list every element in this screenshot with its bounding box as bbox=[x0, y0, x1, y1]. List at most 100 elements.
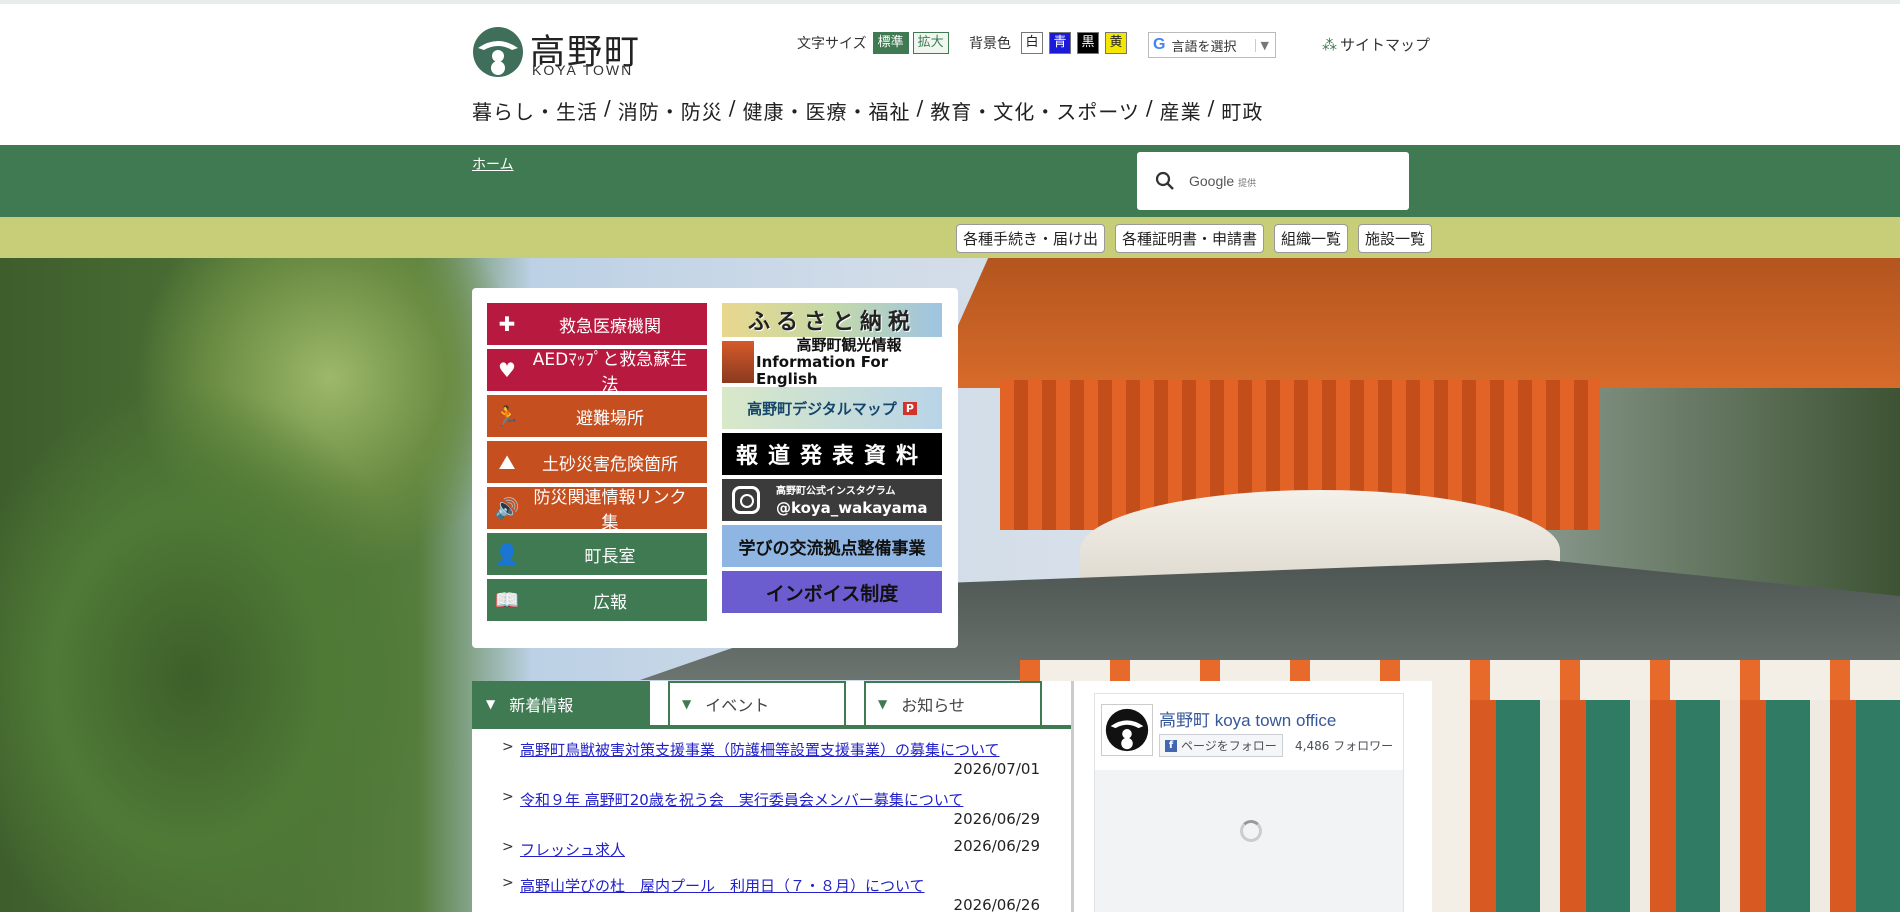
news-section: ▼ 新着情報 ▼ イベント ▼ お知らせ 高野町鳥獣被害対策支援事業（防護柵等設置支援… bbox=[472, 681, 1072, 912]
town-emblem-icon bbox=[473, 27, 523, 77]
evacuation-site-label: 避難場所 bbox=[576, 408, 644, 429]
news-item-link[interactable]: 高野町鳥獣被害対策支援事業（防護柵等設置支援事業）の募集について bbox=[520, 739, 1072, 760]
furusato-tax-banner[interactable]: ふるさと納税 bbox=[722, 303, 942, 337]
disaster-links-label: 防災関連情報リンク集 bbox=[533, 488, 687, 533]
news-item: 令和９年 高野町20歳を祝う会 実行委員会メンバー募集について 2026/06/… bbox=[472, 779, 1072, 829]
mayor-office-label: 町長室 bbox=[584, 546, 636, 567]
news-tabs: ▼ 新着情報 ▼ イベント ▼ お知らせ bbox=[472, 681, 1072, 729]
nav-item-town-admin[interactable]: 町政 bbox=[1221, 96, 1263, 125]
quick-access-panel: ✚ 救急医療機関 ♥ AEDﾏｯﾌﾟと救急蘇生法 🏃 避難場所 ⛰ 土砂災害危険… bbox=[472, 288, 958, 648]
google-g-icon: G bbox=[1153, 36, 1166, 53]
instagram-banner[interactable]: 高野町公式インスタグラム @koya_wakayama bbox=[722, 479, 942, 521]
bg-color-label: 背景色 bbox=[969, 36, 1011, 52]
news-item: フレッシュ求人 2026/06/29 bbox=[472, 829, 1072, 865]
text-size-standard-button[interactable]: 標準 bbox=[872, 32, 909, 54]
nav-item-fire-disaster[interactable]: 消防・防災 bbox=[618, 96, 723, 125]
news-item: 高野町鳥獣被害対策支援事業（防護柵等設置支援事業）の募集について 2026/07… bbox=[472, 729, 1072, 779]
tab-new-info-label: 新着情報 bbox=[509, 696, 574, 715]
logo-text-en: KOYA TOWN bbox=[532, 62, 634, 78]
digital-map-banner[interactable]: 高野町デジタルマップ P bbox=[722, 387, 942, 429]
news-list: 高野町鳥獣被害対策支援事業（防護柵等設置支援事業）の募集について 2026/07… bbox=[472, 729, 1072, 912]
bg-blue-button[interactable]: 青 bbox=[1049, 32, 1071, 54]
quick-links: 各種手続き・届け出 各種証明書・申請書 組織一覧 施設一覧 bbox=[946, 224, 1432, 253]
landslide-hazard-label: 土砂災害危険箇所 bbox=[542, 454, 678, 475]
evacuation-icon: 🏃 bbox=[494, 404, 520, 428]
search-input[interactable]: Google 提供 bbox=[1137, 152, 1409, 210]
speaker-icon: 🔊 bbox=[494, 496, 520, 520]
text-size-control: 文字サイズ 標準 拡大 bbox=[797, 32, 953, 54]
facebook-page-name[interactable]: 高野町 koya town office bbox=[1159, 706, 1336, 731]
text-size-label: 文字サイズ bbox=[797, 36, 867, 52]
disaster-links-button[interactable]: 🔊 防災関連情報リンク集 bbox=[487, 487, 707, 533]
landslide-hazard-button[interactable]: ⛰ 土砂災害危険箇所 bbox=[487, 441, 707, 483]
public-relations-button[interactable]: 📖 広報 bbox=[487, 579, 707, 621]
nav-separator: / bbox=[1207, 96, 1216, 120]
tourism-banner-jp: 高野町観光情報 bbox=[796, 335, 902, 354]
sitemap-label: サイトマップ bbox=[1340, 36, 1431, 54]
facebook-avatar[interactable] bbox=[1101, 704, 1153, 756]
bg-yellow-button[interactable]: 黄 bbox=[1105, 32, 1127, 54]
sitemap-link[interactable]: ⁂ サイトマップ bbox=[1322, 34, 1430, 55]
nav-separator: / bbox=[728, 96, 737, 120]
instagram-label: 高野町公式インスタグラム bbox=[776, 486, 896, 497]
landslide-icon: ⛰ bbox=[498, 450, 516, 474]
facebook-feed bbox=[1095, 770, 1403, 912]
facebook-follow-label: ページをフォロー bbox=[1181, 739, 1277, 753]
breadcrumb-bar bbox=[0, 145, 1900, 217]
town-emblem-icon bbox=[1105, 708, 1149, 752]
quick-link-certificates[interactable]: 各種証明書・申請書 bbox=[1114, 224, 1264, 253]
public-relations-label: 広報 bbox=[593, 592, 627, 613]
book-icon: 📖 bbox=[494, 588, 520, 612]
tourism-banner-en: Information For English bbox=[756, 352, 889, 388]
heart-icon: ♥ bbox=[498, 358, 516, 382]
search-provided-label: 提供 bbox=[1238, 178, 1257, 188]
quick-link-procedures[interactable]: 各種手続き・届け出 bbox=[955, 224, 1105, 253]
aed-map-button[interactable]: ♥ AEDﾏｯﾌﾟと救急蘇生法 bbox=[487, 349, 707, 395]
hero-pagoda-roof bbox=[930, 258, 1900, 388]
facebook-follow-button[interactable]: f ページをフォロー bbox=[1159, 734, 1283, 757]
nav-item-education[interactable]: 教育・文化・スポーツ bbox=[930, 96, 1140, 125]
tab-events[interactable]: ▼ イベント bbox=[668, 681, 846, 725]
bg-white-button[interactable]: 白 bbox=[1021, 32, 1043, 54]
language-select-label: 言語を選択 bbox=[1171, 39, 1237, 55]
loading-spinner-icon bbox=[1240, 820, 1262, 842]
tab-notices[interactable]: ▼ お知らせ bbox=[864, 681, 1042, 725]
tab-events-label: イベント bbox=[705, 696, 770, 715]
facebook-card: 高野町 koya town office f ページをフォロー 4,486 フォロ… bbox=[1094, 693, 1404, 912]
bg-black-button[interactable]: 黒 bbox=[1077, 32, 1099, 54]
learning-hub-banner[interactable]: 学びの交流拠点整備事業 bbox=[722, 525, 942, 567]
tourism-info-banner[interactable]: 高野町観光情報 Information For English bbox=[722, 336, 942, 387]
site-logo[interactable]: 高野町 KOYA TOWN bbox=[472, 26, 652, 82]
breadcrumb-home[interactable]: ホーム bbox=[472, 154, 514, 174]
hero-pagoda-pillars bbox=[1470, 700, 1900, 912]
nav-separator: / bbox=[604, 96, 612, 120]
news-item: 高野山学びの杜 屋内プール 利用日（７・８月）について 2026/06/26 bbox=[472, 865, 1072, 912]
press-release-banner[interactable]: 報道発表資料 bbox=[722, 433, 942, 475]
sitemap-icon: ⁂ bbox=[1322, 36, 1337, 54]
digital-map-label: 高野町デジタルマップ bbox=[747, 399, 897, 418]
nav-item-industry[interactable]: 産業 bbox=[1160, 96, 1202, 125]
quick-link-facilities[interactable]: 施設一覧 bbox=[1357, 224, 1432, 253]
emergency-medical-button[interactable]: ✚ 救急医療機関 bbox=[487, 303, 707, 345]
language-select[interactable]: G 言語を選択 ▼ bbox=[1148, 32, 1276, 58]
text-size-large-button[interactable]: 拡大 bbox=[912, 32, 949, 54]
news-item-date: 2026/07/01 bbox=[953, 760, 1040, 778]
tab-notices-label: お知らせ bbox=[901, 696, 965, 715]
cross-icon: ✚ bbox=[498, 312, 516, 336]
aed-map-label: AEDﾏｯﾌﾟと救急蘇生法 bbox=[532, 350, 688, 395]
invoice-system-banner[interactable]: インボイス制度 bbox=[722, 571, 942, 613]
nav-item-living[interactable]: 暮らし・生活 bbox=[472, 96, 598, 125]
nav-separator: / bbox=[1145, 96, 1154, 120]
quick-link-organization[interactable]: 組織一覧 bbox=[1273, 224, 1348, 253]
news-item-link[interactable]: 高野山学びの杜 屋内プール 利用日（７・８月）について bbox=[520, 875, 1072, 896]
tab-new-info[interactable]: ▼ 新着情報 bbox=[472, 681, 650, 725]
facebook-widget: 高野町 koya town office f ページをフォロー 4,486 フォロ… bbox=[1074, 681, 1432, 912]
search-placeholder: Google 提供 bbox=[1189, 173, 1256, 189]
person-icon: 👤 bbox=[494, 542, 520, 566]
news-item-link[interactable]: 令和９年 高野町20歳を祝う会 実行委員会メンバー募集について bbox=[520, 789, 1072, 810]
dropdown-arrow-icon: ▼ bbox=[1254, 38, 1269, 52]
nav-item-health[interactable]: 健康・医療・福祉 bbox=[743, 96, 911, 125]
tourism-banner-image bbox=[722, 341, 754, 383]
mayor-office-button[interactable]: 👤 町長室 bbox=[487, 533, 707, 575]
evacuation-site-button[interactable]: 🏃 避難場所 bbox=[487, 395, 707, 437]
